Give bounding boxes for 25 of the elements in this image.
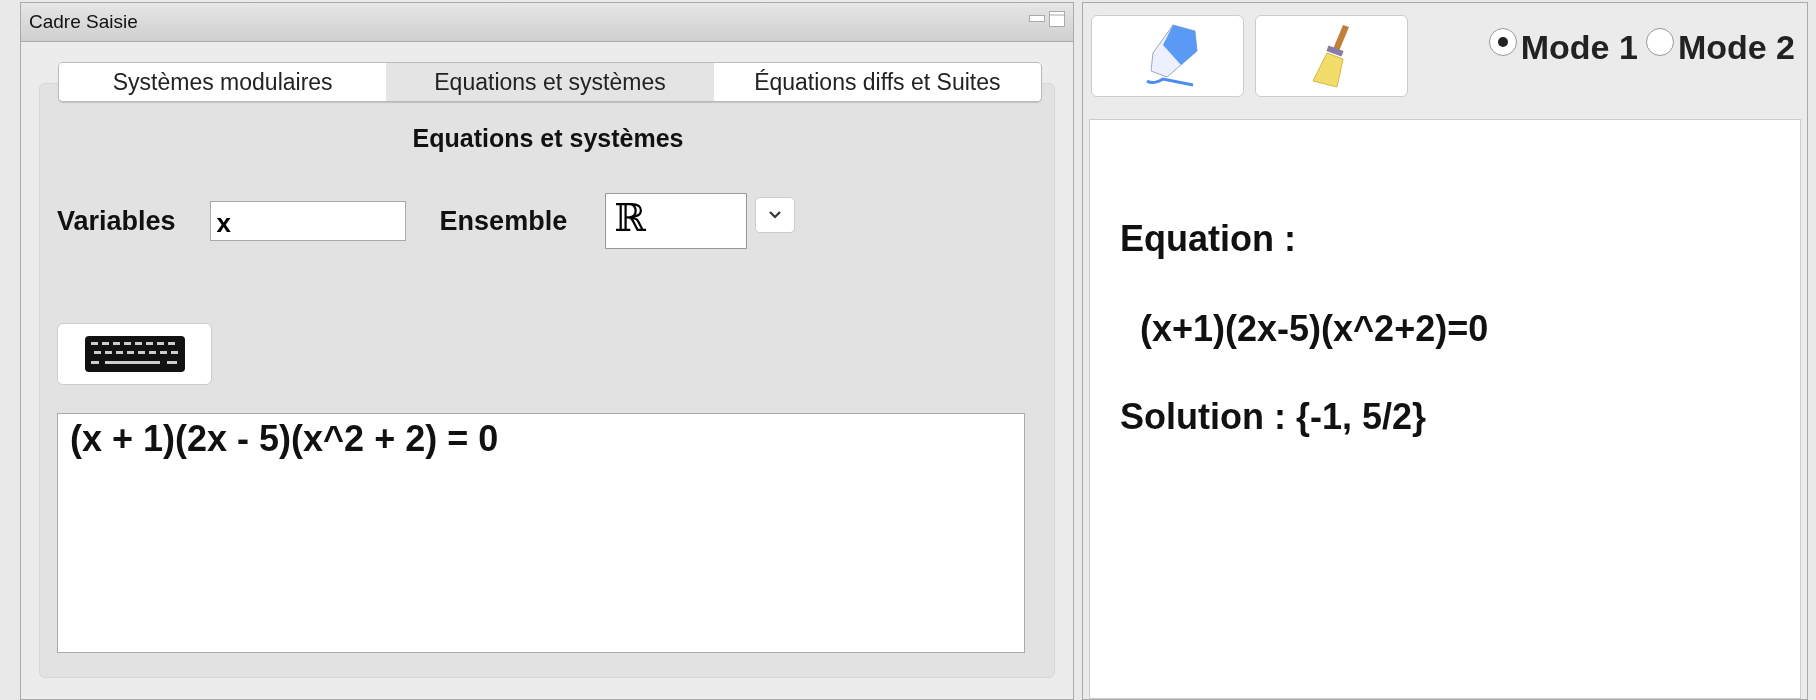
tab[interactable]: Systèmes modulaires <box>59 63 387 101</box>
variables-label: Variables <box>57 205 176 237</box>
radio-label[interactable]: Mode 2 <box>1677 27 1795 67</box>
tab[interactable]: Equations et systèmes <box>386 63 714 101</box>
equation-input-field[interactable]: (x + 1)(2x - 5)(x^2 + 2) = 0 <box>57 413 1025 653</box>
radio-button[interactable] <box>1645 28 1674 56</box>
variables-field[interactable]: x <box>209 201 406 241</box>
equation-text: (x+1)(2x-5)(x^2+2)=0 <box>1139 308 1490 350</box>
equation-label: Equation : <box>1120 218 1297 260</box>
solution-text: Solution : {-1, 5/2} <box>1120 396 1428 438</box>
maximize-icon[interactable] <box>1049 11 1065 27</box>
ensemble-field[interactable]: ℝ <box>605 193 748 249</box>
keyboard-button[interactable] <box>57 323 212 385</box>
tab[interactable]: Équations diffs et Suites <box>713 63 1041 101</box>
eraser-button[interactable] <box>1091 15 1244 97</box>
section-heading: Equations et systèmes <box>411 124 685 153</box>
chevron-icon <box>768 210 783 220</box>
window-title: Cadre Saisie <box>29 11 138 33</box>
radio-label[interactable]: Mode 1 <box>1520 27 1638 67</box>
minimize-icon[interactable] <box>1029 15 1045 23</box>
radio-button[interactable] <box>1488 28 1517 56</box>
dropdown-button[interactable] <box>755 197 796 233</box>
ensemble-label: Ensemble <box>439 205 568 237</box>
broom-button[interactable] <box>1255 15 1408 97</box>
keyboard-icon <box>84 336 185 372</box>
